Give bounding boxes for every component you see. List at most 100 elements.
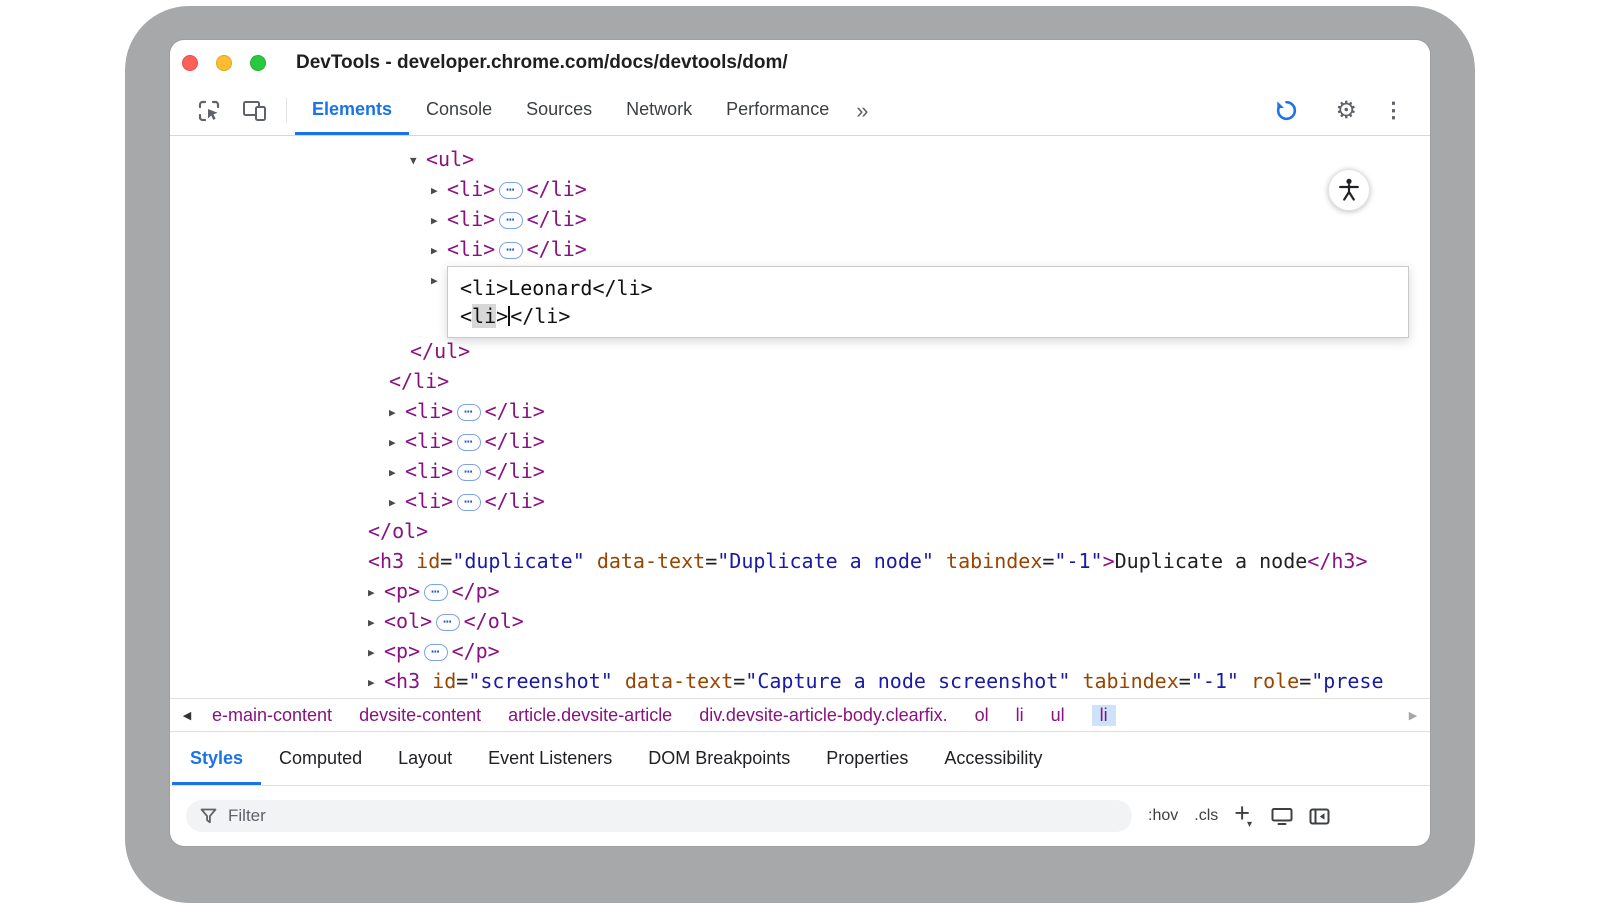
code-token-tag: <p> — [384, 639, 420, 663]
disclosure-triangle-icon[interactable]: ▶ — [431, 266, 447, 296]
inline-expand-icon[interactable]: ⋯ — [457, 434, 480, 451]
kebab-menu-icon[interactable]: ⋮ — [1383, 98, 1404, 123]
code-token-attr: tabindex — [1082, 669, 1178, 693]
panel-tab-performance[interactable]: Performance — [709, 86, 846, 135]
edit-line-1: <li>Leonard</li> — [460, 274, 1396, 302]
dom-tree-row[interactable]: ▶<li>⋯ </li> — [170, 174, 1430, 204]
disclosure-triangle-icon[interactable]: ▶ — [389, 458, 405, 488]
dom-tree-row[interactable]: ▼<li> — [170, 136, 1430, 144]
settings-gear-icon[interactable]: ⚙ — [1335, 96, 1357, 125]
code-token-tag: <li> — [447, 177, 495, 201]
devtools-toolbar: ElementsConsoleSourcesNetworkPerformance… — [170, 86, 1430, 136]
code-token-plain: = — [1042, 549, 1054, 573]
dom-tree-row[interactable]: ▶<li>⋯</li> — [170, 426, 1430, 456]
code-token-tag: </ol> — [464, 609, 524, 633]
dom-tree-row[interactable]: ▶<p>⋯</p> — [170, 636, 1430, 666]
inline-expand-icon[interactable]: ⋯ — [499, 242, 522, 259]
disclosure-triangle-icon[interactable]: ▶ — [368, 578, 384, 608]
dom-tree-row[interactable]: ▼<ul> — [170, 144, 1430, 174]
inline-expand-icon[interactable]: ⋯ — [457, 404, 480, 421]
dom-tree-row[interactable]: </ol> — [170, 516, 1430, 546]
code-token-val: "prese — [1311, 669, 1383, 693]
panel-tab-network[interactable]: Network — [609, 86, 709, 135]
dom-tree-row[interactable]: ▶<ol>⋯</ol> — [170, 606, 1430, 636]
sidebar-tab-layout[interactable]: Layout — [380, 732, 470, 785]
disclosure-triangle-icon[interactable]: ▶ — [368, 608, 384, 638]
dom-tree-row[interactable]: ▶<h3 id="screenshot" data-text="Capture … — [170, 666, 1430, 696]
panel-tab-elements[interactable]: Elements — [295, 86, 409, 135]
toggle-sidebar-icon[interactable] — [1309, 808, 1330, 825]
panel-tab-console[interactable]: Console — [409, 86, 509, 135]
disclosure-triangle-icon[interactable]: ▼ — [389, 136, 405, 146]
code-token-val: "-1" — [1191, 669, 1239, 693]
dom-tree-row[interactable]: ▶<p>⋯</p> — [170, 576, 1430, 606]
breadcrumb-item[interactable]: devsite-content — [359, 705, 481, 726]
dom-tree-row[interactable]: ▶<li>⋯</li> — [170, 456, 1430, 486]
inline-expand-icon[interactable]: ⋯ — [457, 494, 480, 511]
inline-expand-icon[interactable]: ⋯ — [424, 584, 447, 601]
code-token-attr: role — [1251, 669, 1299, 693]
disclosure-triangle-icon[interactable]: ▶ — [389, 488, 405, 518]
dom-tree-row[interactable]: ▶<li>⋯</li> — [170, 396, 1430, 426]
sidebar-tab-dom-breakpoints[interactable]: DOM Breakpoints — [630, 732, 808, 785]
sidebar-tab-accessibility[interactable]: Accessibility — [926, 732, 1060, 785]
dom-tree-row[interactable]: </ul> — [170, 336, 1430, 366]
inspect-icon[interactable] — [186, 86, 232, 135]
edit-as-html-box[interactable]: <li>Leonard</li><li></li> — [447, 266, 1409, 338]
accessibility-button[interactable] — [1328, 169, 1370, 211]
breadcrumb-item[interactable]: ol — [975, 705, 989, 726]
toggle-class-button[interactable]: .cls — [1194, 807, 1218, 825]
breadcrumb-item[interactable]: li — [1016, 705, 1024, 726]
dom-rows: ▼<li>▼<ul>▶<li>⋯</li>▶<li>⋯</li>▶<li>⋯</… — [170, 136, 1430, 696]
breadcrumb-item[interactable]: div.devsite-article-body.clearfix. — [699, 705, 947, 726]
breadcrumb-item[interactable]: li — [1092, 705, 1116, 726]
sidebar-tab-styles[interactable]: Styles — [172, 732, 261, 785]
zoom-window-button[interactable] — [250, 55, 266, 71]
code-token-tag: <h3 — [368, 549, 404, 573]
sidebar-tab-event-listeners[interactable]: Event Listeners — [470, 732, 630, 785]
dom-tree-row[interactable]: <h3 id="duplicate" data-text="Duplicate … — [170, 546, 1430, 576]
code-token-tag: </li> — [485, 429, 545, 453]
sidebar-tab-computed[interactable]: Computed — [261, 732, 380, 785]
breadcrumb-item[interactable]: article.devsite-article — [508, 705, 672, 726]
code-token-tag: </li> — [527, 177, 587, 201]
code-token-plain: = — [733, 669, 745, 693]
disclosure-triangle-icon[interactable]: ▶ — [368, 638, 384, 668]
inline-expand-icon[interactable]: ⋯ — [436, 614, 459, 631]
breadcrumb-scroll-right-icon[interactable]: ▶ — [1396, 709, 1430, 722]
new-style-rule-button[interactable]: +▾ — [1234, 803, 1255, 830]
disclosure-triangle-icon[interactable]: ▶ — [389, 398, 405, 428]
sidebar-tab-properties[interactable]: Properties — [808, 732, 926, 785]
elements-dom-tree: ▼<li>▼<ul>▶<li>⋯</li>▶<li>⋯</li>▶<li>⋯</… — [170, 136, 1430, 698]
code-token-plain: = — [1299, 669, 1311, 693]
disclosure-triangle-icon[interactable]: ▶ — [431, 236, 447, 266]
toggle-hover-state-button[interactable]: :hov — [1148, 807, 1178, 825]
disclosure-triangle-icon[interactable]: ▶ — [368, 668, 384, 698]
filter-input[interactable] — [186, 800, 1132, 832]
panel-tab-sources[interactable]: Sources — [509, 86, 609, 135]
inline-expand-icon[interactable]: ⋯ — [499, 182, 522, 199]
code-token-plain — [934, 549, 946, 573]
close-window-button[interactable] — [182, 55, 198, 71]
disclosure-triangle-icon[interactable]: ▶ — [431, 206, 447, 236]
dom-tree-row[interactable]: </li> — [170, 366, 1430, 396]
minimize-window-button[interactable] — [216, 55, 232, 71]
dom-tree-row[interactable]: ▶<li>⋯</li> — [170, 234, 1430, 264]
disclosure-triangle-icon[interactable]: ▼ — [410, 146, 426, 176]
code-token-tag: </h3> — [1307, 549, 1367, 573]
dom-tree-row[interactable]: ▶<li>Leonard</li><li></li> — [170, 264, 1430, 336]
breadcrumb-item[interactable]: ul — [1051, 705, 1065, 726]
rendering-emulation-icon[interactable] — [1271, 807, 1293, 826]
dom-tree-row[interactable]: ▶<li>⋯</li> — [170, 204, 1430, 234]
disclosure-triangle-icon[interactable]: ▶ — [389, 428, 405, 458]
dom-tree-row[interactable]: ▶<li>⋯</li> — [170, 486, 1430, 516]
device-toolbar-icon[interactable] — [232, 86, 278, 135]
breadcrumb-scroll-left-icon[interactable]: ◀ — [170, 709, 204, 722]
inline-expand-icon[interactable]: ⋯ — [457, 464, 480, 481]
disclosure-triangle-icon[interactable]: ▶ — [431, 176, 447, 206]
inline-expand-icon[interactable]: ⋯ — [499, 212, 522, 229]
sync-blue-icon[interactable] — [1264, 98, 1309, 123]
more-tabs-icon[interactable]: » — [846, 86, 878, 135]
inline-expand-icon[interactable]: ⋯ — [424, 644, 447, 661]
breadcrumb-item[interactable]: e-main-content — [212, 705, 332, 726]
